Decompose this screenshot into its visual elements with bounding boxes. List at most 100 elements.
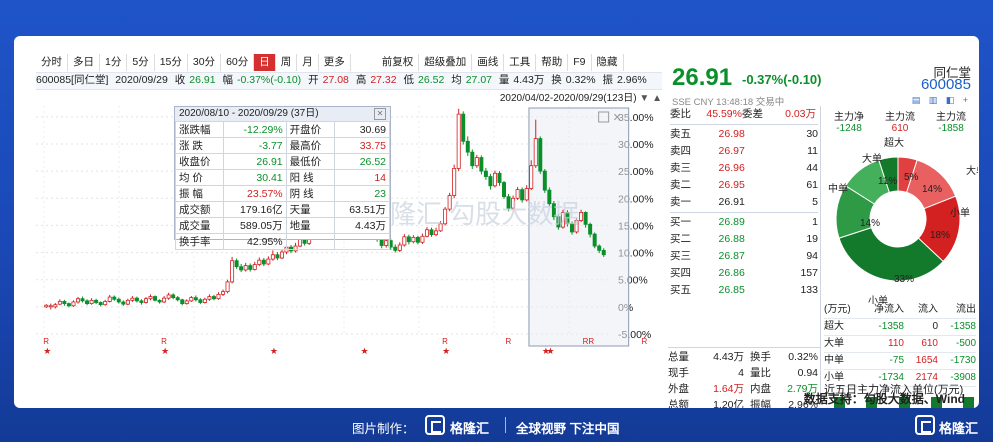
event-marker-label[interactable]: R [43, 337, 49, 346]
stats-popup[interactable]: 2020/08/10 - 2020/09/29 (37日) ✕ 涨跌幅 -12.2… [174, 106, 391, 250]
period-tab[interactable]: 周 [276, 54, 298, 71]
summary-value: 4.43万 [713, 351, 744, 363]
stats-label: 收盘价 [174, 153, 225, 170]
candle [53, 303, 58, 309]
flow-value: -1358 [878, 321, 904, 332]
divider [670, 212, 818, 213]
candle [257, 257, 262, 267]
stats-label: 涨 跌 [174, 137, 225, 154]
ask-row: 卖五 26.98 30 [670, 126, 818, 143]
panel-icons[interactable]: ▤ ▥ ◧ + [912, 95, 971, 106]
book-volume: 5 [812, 196, 818, 208]
vol-value: 4.43万 [513, 74, 545, 86]
event-marker-label[interactable]: R [161, 337, 167, 346]
avg-value: 27.07 [465, 74, 492, 86]
book-volume: 157 [800, 267, 818, 279]
book-price: 26.96 [718, 162, 745, 174]
star-marker-icon[interactable]: ★ [361, 346, 369, 356]
book-label: 买二 [670, 233, 691, 245]
watermark: 格隆汇 勾股大数据 [364, 199, 580, 229]
candle [397, 242, 402, 253]
toolbar-button[interactable]: 帮助 [536, 54, 569, 71]
period-tab[interactable]: 分时 [36, 54, 68, 71]
candle [207, 294, 212, 301]
ratio-cell: 委比 [670, 108, 691, 120]
candle [492, 170, 497, 188]
toolbar-button[interactable]: 前复权 [377, 54, 420, 71]
star-marker-icon[interactable]: ★ [43, 346, 51, 356]
close-icon[interactable]: ✕ [613, 112, 622, 124]
period-tab[interactable]: 30分 [188, 54, 222, 71]
candle [85, 299, 90, 306]
candle [488, 173, 493, 190]
candle [411, 235, 416, 244]
stats-label: 阳 线 [285, 169, 336, 186]
flow-table-header: (万元) 净流入 流入 流出 [824, 302, 976, 319]
flow-value: -500 [955, 338, 976, 349]
toolbar-button[interactable]: 隐藏 [592, 54, 624, 71]
star-marker-icon[interactable]: ★ [161, 346, 169, 356]
period-tab[interactable]: 多日 [68, 54, 100, 71]
stats-label: 成交量 [174, 217, 225, 234]
stats-label [285, 233, 336, 250]
stats-label: 均 价 [174, 169, 225, 186]
period-tab[interactable]: 5分 [127, 54, 155, 71]
candle [134, 296, 139, 303]
toolbar-button[interactable]: 画线 [472, 54, 505, 71]
toolbar-button[interactable]: 超级叠加 [419, 54, 473, 71]
toolbar-button[interactable]: F9 [568, 54, 592, 71]
period-tab[interactable]: 60分 [221, 54, 255, 71]
summary-value: 4 [738, 367, 744, 379]
star-marker-icon[interactable]: ★ [442, 346, 450, 356]
footer-divider [505, 417, 506, 433]
book-label: 卖三 [670, 162, 691, 174]
period-tab[interactable]: 15分 [155, 54, 188, 71]
event-marker-label[interactable]: R [642, 337, 648, 346]
stats-value: 30.69 [334, 121, 390, 138]
flow-value: 流出 [956, 304, 976, 315]
book-volume: 30 [806, 128, 818, 140]
candle [189, 296, 194, 302]
stats-row: 涨跌幅 -12.29% 开盘价 30.69 [174, 121, 390, 138]
bid-row: 买一 26.89 1 [670, 214, 818, 231]
flow-label: 超大 [824, 321, 844, 332]
flow-hdr-value: 610 [891, 123, 909, 134]
candle [157, 299, 162, 304]
stats-value: 30.41 [223, 169, 287, 186]
book-price: 26.88 [718, 233, 745, 245]
period-tab[interactable]: 1分 [100, 54, 128, 71]
star-marker-icon[interactable]: ★ [270, 346, 278, 356]
period-tab[interactable]: 日 [254, 54, 276, 71]
bid-row: 买四 26.86 157 [670, 265, 818, 282]
period-tab[interactable]: 更多 [319, 54, 351, 71]
candle [184, 299, 189, 305]
stats-label: 阴 线 [285, 185, 336, 202]
star-marker-icon[interactable]: ★ [546, 346, 554, 356]
candle [80, 296, 85, 303]
book-label: 买三 [670, 250, 691, 262]
candle [402, 234, 407, 247]
stats-value: 4.43万 [334, 217, 390, 234]
flow-value: 流入 [918, 304, 938, 315]
event-marker-label[interactable]: RR [583, 337, 595, 346]
candle [592, 232, 597, 249]
candle [139, 299, 144, 305]
candle [261, 258, 266, 267]
flow-label: 中单 [824, 355, 844, 366]
flow-table-row: 超大 -1358 0 -1358 [824, 319, 976, 336]
summary-row: 现手 4 量比 0.94 [668, 365, 820, 381]
candle [198, 298, 203, 305]
book-label: 卖五 [670, 128, 691, 140]
period-tab[interactable]: 月 [297, 54, 319, 71]
footer-slogan: 全球视野 下注中国 [516, 422, 620, 436]
event-marker-label[interactable]: R [506, 337, 512, 346]
stats-label: 振 幅 [174, 185, 225, 202]
candle [125, 298, 130, 306]
close-icon[interactable]: ✕ [374, 108, 386, 120]
event-marker-label[interactable]: R [442, 337, 448, 346]
toolbar-button[interactable]: 工具 [504, 54, 537, 71]
candle [143, 297, 148, 304]
candle [420, 233, 425, 244]
book-volume: 11 [807, 145, 818, 157]
avg-label: 均 [451, 74, 462, 86]
